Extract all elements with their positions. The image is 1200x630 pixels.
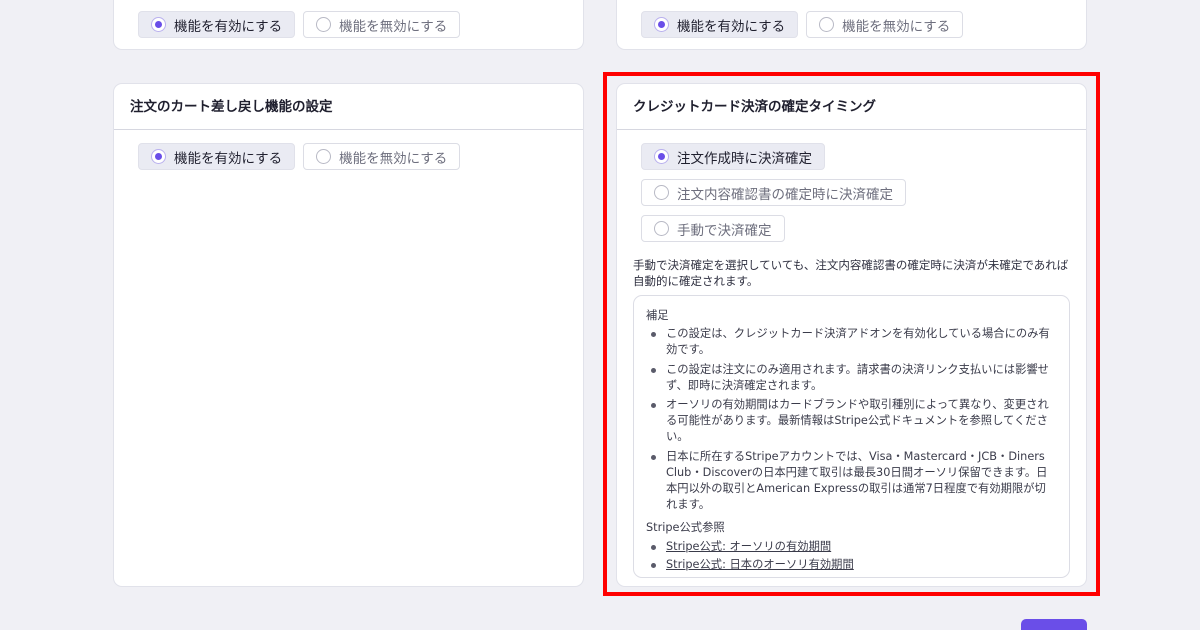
- stripe-authorization-validity-link[interactable]: Stripe公式: オーソリの有効期間: [666, 540, 831, 553]
- note-item: この設定は、クレジットカード決済アドオンを有効化している場合にのみ有効です。: [646, 326, 1057, 358]
- settings-page: 機能を有効にする 機能を無効にする 機能を有効にする 機能を無効にする 注文のカ…: [0, 0, 1200, 630]
- feature-card-top-left: 機能を有効にする 機能を無効にする: [113, 0, 584, 50]
- radio-unselected-icon: [654, 185, 669, 200]
- note-item: オーソリの有効期間はカードブランドや取引種別によって異なり、変更される可能性があ…: [646, 397, 1057, 446]
- radio-unselected-icon: [654, 221, 669, 236]
- payment-timing-description: 手動で決済確定を選択していても、注文内容確認書の確定時に決済が未確定であれば自動…: [633, 258, 1069, 288]
- radio-group: 機能を有効にする 機能を無効にする: [138, 11, 461, 38]
- note-item: この設定は注文にのみ適用されます。請求書の決済リンク支払いには影響せず、即時に決…: [646, 362, 1057, 394]
- radio-group: 機能を有効にする 機能を無効にする: [138, 143, 461, 170]
- option-label: 注文内容確認書の確定時に決済確定: [677, 186, 893, 203]
- radio-unselected-icon: [316, 149, 332, 164]
- card-title: クレジットカード決済の確定タイミング: [617, 84, 1086, 130]
- references-list: Stripe公式: オーソリの有効期間 Stripe公式: 日本のオーソリ有効期…: [646, 539, 1057, 573]
- cart-revert-settings-card: 注文のカート差し戻し機能の設定 機能を有効にする 機能を無効にする: [113, 83, 584, 587]
- enable-feature-radio[interactable]: 機能を有効にする: [138, 11, 296, 38]
- capture-on-confirmation-radio[interactable]: 注文内容確認書の確定時に決済確定: [641, 179, 906, 206]
- radio-selected-icon: [151, 17, 166, 32]
- supplementary-notes-box: 補足 この設定は、クレジットカード決済アドオンを有効化している場合にのみ有効です…: [633, 295, 1070, 578]
- radio-selected-icon: [654, 149, 669, 164]
- option-label: 機能を有効にする: [174, 150, 283, 167]
- option-label: 注文作成時に決済確定: [677, 150, 812, 167]
- option-label: 機能を無効にする: [339, 18, 448, 35]
- option-label: 機能を有効にする: [677, 18, 786, 35]
- option-label: 機能を無効にする: [842, 18, 951, 35]
- radio-unselected-icon: [316, 17, 332, 32]
- stripe-japan-authorization-validity-link[interactable]: Stripe公式: 日本のオーソリ有効期間: [666, 558, 854, 571]
- radio-selected-icon: [654, 17, 669, 32]
- references-title: Stripe公式参照: [646, 521, 725, 535]
- enable-feature-radio[interactable]: 機能を有効にする: [641, 11, 799, 38]
- enable-cart-revert-radio[interactable]: 機能を有効にする: [138, 143, 296, 170]
- note-item: 日本に所在するStripeアカウントでは、Visa・Mastercard・JCB…: [646, 449, 1057, 514]
- feature-card-top-right: 機能を有効にする 機能を無効にする: [616, 0, 1087, 50]
- reference-item: Stripe公式: オーソリの有効期間: [646, 539, 1057, 555]
- option-label: 手動で決済確定: [677, 222, 772, 239]
- radio-selected-icon: [151, 149, 166, 164]
- disable-cart-revert-radio[interactable]: 機能を無効にする: [303, 143, 461, 170]
- capture-manually-radio[interactable]: 手動で決済確定: [641, 215, 785, 242]
- radio-unselected-icon: [819, 17, 835, 32]
- option-label: 機能を有効にする: [174, 18, 283, 35]
- primary-action-button[interactable]: [1021, 619, 1087, 630]
- card-title: 注文のカート差し戻し機能の設定: [114, 84, 583, 130]
- reference-item: Stripe公式: 日本のオーソリ有効期間: [646, 557, 1057, 573]
- radio-group: 機能を有効にする 機能を無効にする: [641, 11, 964, 38]
- disable-feature-radio[interactable]: 機能を無効にする: [806, 11, 964, 38]
- notes-title: 補足: [646, 309, 669, 322]
- radio-group: 注文作成時に決済確定 注文内容確認書の確定時に決済確定 手動で決済確定: [641, 143, 906, 242]
- disable-feature-radio[interactable]: 機能を無効にする: [303, 11, 461, 38]
- notes-list: この設定は、クレジットカード決済アドオンを有効化している場合にのみ有効です。 こ…: [646, 326, 1057, 513]
- option-label: 機能を無効にする: [339, 150, 448, 167]
- capture-on-order-create-radio[interactable]: 注文作成時に決済確定: [641, 143, 825, 170]
